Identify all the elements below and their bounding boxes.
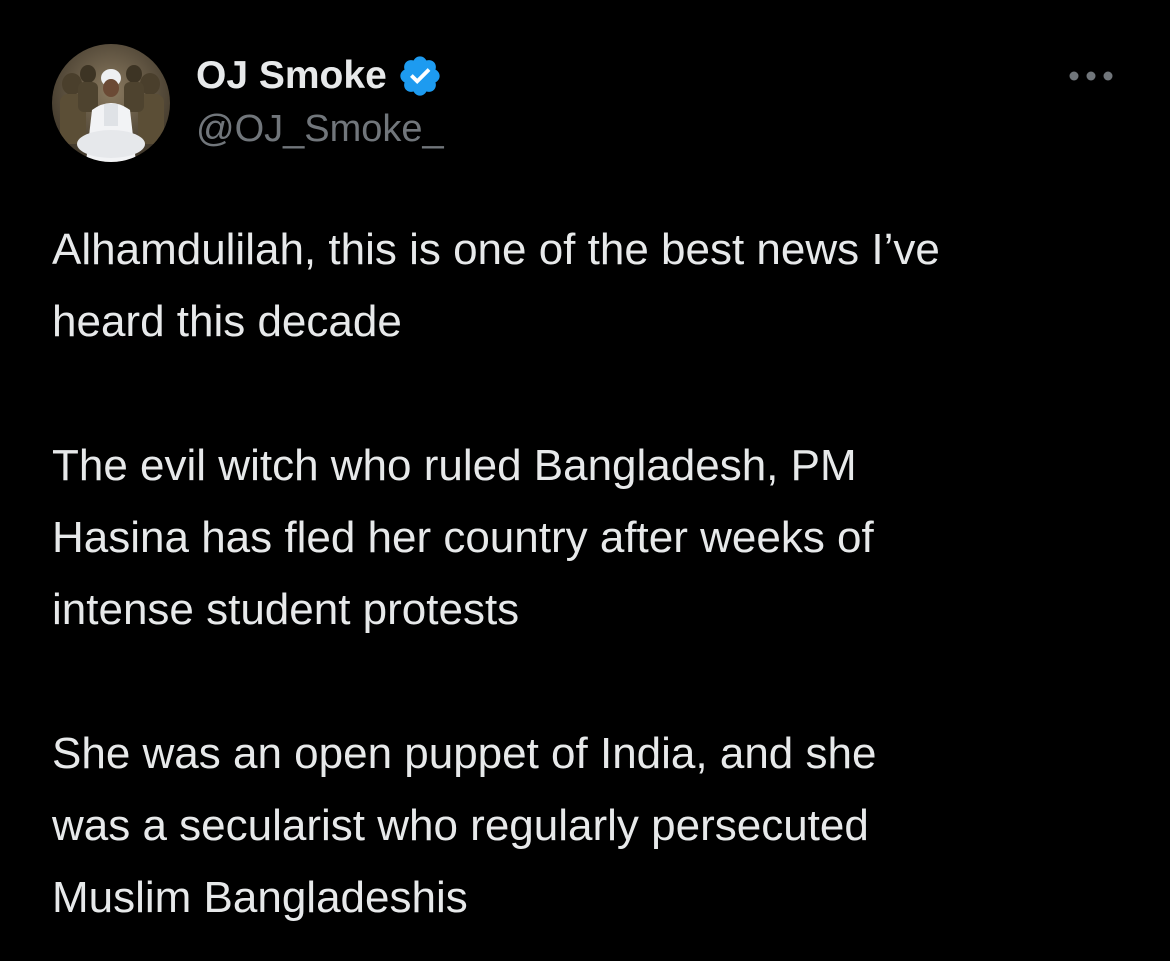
tweet-text-line: Muslim Bangladeshis <box>52 873 468 922</box>
tweet: OJ Smoke @OJ_Smoke_ Alhamdulilah, this i… <box>0 0 1170 961</box>
tweet-paragraph: The evil witch who ruled Bangladesh, PM … <box>52 430 1142 646</box>
tweet-text-line: She was an open puppet of India, and she <box>52 729 877 778</box>
tweet-paragraph: Alhamdulilah, this is one of the best ne… <box>52 214 1142 358</box>
tweet-paragraph: She was an open puppet of India, and she… <box>52 718 1142 934</box>
tweet-text-line: The evil witch who ruled Bangladesh, PM <box>52 441 857 490</box>
author-name-row[interactable]: OJ Smoke <box>196 48 443 104</box>
tweet-text-line: Hasina has fled her country after weeks … <box>52 513 874 562</box>
author-display-name[interactable]: OJ Smoke <box>196 54 387 98</box>
author-handle[interactable]: @OJ_Smoke_ <box>196 108 444 151</box>
more-options-icon <box>1069 71 1113 81</box>
verified-badge-icon[interactable] <box>397 53 443 99</box>
tweet-text-line: intense student protests <box>52 585 520 634</box>
tweet-text-line: heard this decade <box>52 297 402 346</box>
avatar-image <box>52 44 170 162</box>
more-options-button[interactable] <box>1066 56 1116 96</box>
avatar[interactable] <box>52 44 170 162</box>
tweet-text-line: was a secularist who regularly persecute… <box>52 801 869 850</box>
tweet-text-line: Alhamdulilah, this is one of the best ne… <box>52 225 940 274</box>
tweet-text: Alhamdulilah, this is one of the best ne… <box>52 214 1142 934</box>
